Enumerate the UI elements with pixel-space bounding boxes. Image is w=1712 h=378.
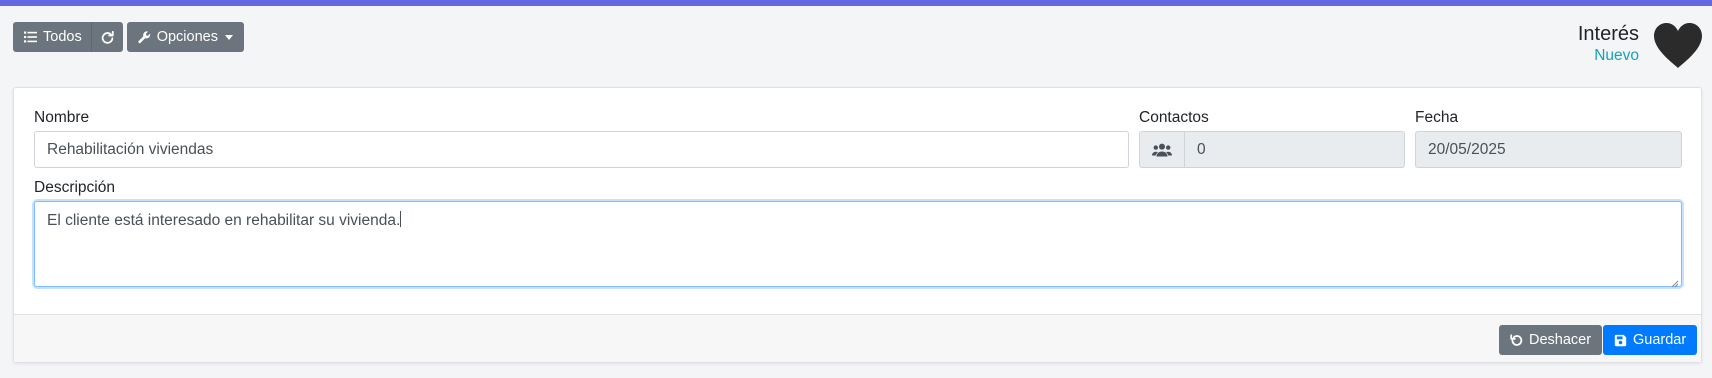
save-icon (1614, 334, 1627, 347)
refresh-icon (101, 30, 114, 44)
options-label: Opciones (156, 29, 218, 45)
toolbar: Todos Opciones (13, 22, 244, 52)
list-button-group: Todos (13, 22, 123, 52)
list-icon (24, 31, 37, 43)
description-text: El cliente está interesado en rehabilita… (47, 212, 401, 229)
undo-button[interactable]: Deshacer (1499, 325, 1603, 355)
top-accent-bar (0, 0, 1712, 6)
name-field[interactable]: Rehabilitación viviendas (34, 131, 1129, 168)
card-footer (14, 314, 1701, 362)
description-label: Descripción (34, 179, 115, 196)
contacts-count-field: 0 (1184, 131, 1405, 168)
contacts-addon (1139, 131, 1185, 168)
undo-label: Deshacer (1529, 332, 1592, 348)
save-label: Guardar (1633, 332, 1687, 348)
text-cursor (400, 211, 402, 227)
caret-down-icon (224, 34, 233, 40)
refresh-button[interactable] (90, 22, 123, 52)
wrench-icon (138, 30, 151, 44)
users-icon (1152, 143, 1172, 157)
options-dropdown-button[interactable]: Opciones (126, 22, 244, 52)
contacts-label: Contactos (1139, 109, 1209, 126)
all-records-label: Todos (43, 29, 82, 45)
undo-icon (1510, 333, 1523, 347)
record-header: Interés Nuevo (1578, 22, 1639, 66)
date-label: Fecha (1415, 109, 1459, 126)
description-textarea[interactable]: El cliente está interesado en rehabilita… (34, 201, 1682, 288)
resize-grip-icon[interactable] (1670, 275, 1679, 288)
page-title: Interés (1577, 23, 1639, 45)
all-records-button[interactable]: Todos (13, 22, 91, 52)
status-badge: Nuevo (1594, 47, 1639, 64)
name-label: Nombre (34, 109, 90, 126)
save-button[interactable]: Guardar (1603, 325, 1698, 355)
heart-icon (1652, 22, 1704, 70)
date-field: 20/05/2025 (1415, 131, 1682, 168)
